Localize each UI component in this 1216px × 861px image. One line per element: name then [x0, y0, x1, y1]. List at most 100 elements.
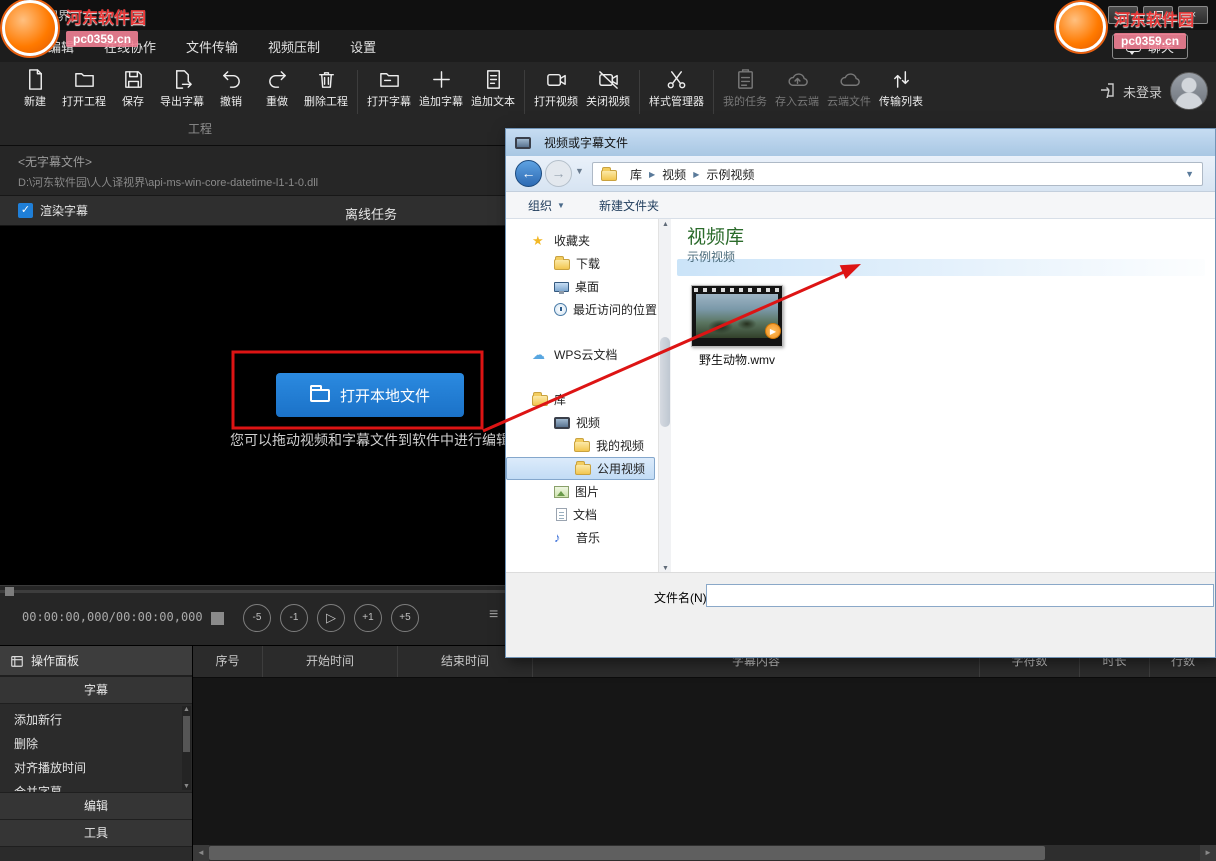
toolbar-open-project[interactable]: 打开工程 — [58, 68, 110, 116]
export-subtitle-icon — [171, 68, 194, 91]
new-folder-button[interactable]: 新建文件夹 — [599, 197, 659, 214]
undo-icon — [220, 68, 243, 91]
tree-desktop[interactable]: 桌面 — [506, 275, 671, 298]
offline-task-tab[interactable]: 离线任务 — [345, 204, 397, 223]
tree-music[interactable]: ♪音乐 — [506, 526, 671, 549]
open-video-icon — [545, 68, 568, 91]
tree-favorites[interactable]: ★收藏夹 — [506, 229, 671, 252]
group-highlight-band — [677, 259, 1205, 276]
tree-libraries[interactable]: 库 — [506, 388, 671, 411]
toolbar-append-text[interactable]: 追加文本 — [467, 68, 519, 116]
tree-scroll-thumb[interactable] — [660, 337, 670, 427]
scroll-up-icon[interactable]: ▲ — [182, 706, 191, 713]
tree-downloads[interactable]: 下载 — [506, 252, 671, 275]
play-button[interactable]: ▷ — [317, 604, 345, 632]
breadcrumb-libraries[interactable]: 库 — [630, 166, 642, 183]
toolbar-undo[interactable]: 撤销 — [208, 68, 254, 116]
close-button[interactable]: × — [1178, 6, 1208, 24]
folder-icon — [574, 441, 590, 452]
open-local-file-button[interactable]: 打开本地文件 — [276, 373, 464, 417]
toolbar-save[interactable]: 保存 — [110, 68, 156, 116]
tree-pictures[interactable]: 图片 — [506, 480, 671, 503]
history-dropdown-icon[interactable]: ▼ — [575, 166, 584, 176]
scroll-left-icon[interactable]: ◄ — [193, 845, 209, 861]
tree-my-videos[interactable]: 我的视频 — [506, 434, 671, 457]
breadcrumb-sample-videos[interactable]: 示例视频 — [706, 166, 754, 183]
tree-documents[interactable]: 文档 — [506, 503, 671, 526]
col-start-time[interactable]: 开始时间 — [263, 646, 398, 677]
back-button[interactable]: ← — [515, 160, 542, 187]
operation-panel-header: 操作面板 — [0, 646, 192, 676]
tab-subtitle[interactable]: 字幕 — [0, 676, 192, 704]
toolbar-open-video[interactable]: 打开视频 — [530, 68, 582, 116]
window-controls: × — [1108, 6, 1208, 24]
menu-video-encode[interactable]: 视频压制 — [268, 37, 320, 56]
breadcrumb-dropdown-icon[interactable]: ▼ — [1185, 169, 1194, 179]
tree-public-videos[interactable]: 公用视频 — [506, 457, 655, 480]
action-merge-subtitle[interactable]: 合并字幕 — [0, 780, 192, 792]
toolbar-transfer-list[interactable]: 传输列表 — [875, 68, 927, 116]
maximize-button[interactable] — [1143, 6, 1173, 24]
toolbar-redo[interactable]: 重做 — [254, 68, 300, 116]
scroll-thumb[interactable] — [183, 716, 190, 752]
rewind-5-button[interactable]: -5 — [243, 604, 271, 632]
open-project-icon — [73, 68, 96, 91]
toolbar-separator — [713, 70, 714, 114]
tree-videos[interactable]: 视频 — [506, 411, 671, 434]
forward-1-button[interactable]: +1 — [354, 604, 382, 632]
toolbar-cloud-files[interactable]: 云端文件 — [823, 68, 875, 116]
breadcrumb-videos[interactable]: 视频 — [662, 166, 686, 183]
table-hscrollbar[interactable]: ◄ ► — [193, 845, 1216, 861]
scroll-down-icon[interactable]: ▼ — [182, 783, 191, 790]
action-delete[interactable]: 删除 — [0, 732, 192, 756]
toolbar-style-manager[interactable]: 样式管理器 — [645, 68, 708, 116]
login-area[interactable]: 未登录 — [1099, 72, 1208, 110]
stop-button[interactable] — [211, 612, 224, 625]
action-align-playtime[interactable]: 对齐播放时间 — [0, 756, 192, 780]
toolbar-delete-project[interactable]: 删除工程 — [300, 68, 352, 116]
forward-5-button[interactable]: +5 — [391, 604, 419, 632]
toolbar-group-label: 工程 — [0, 120, 400, 137]
menu-subtitle-edit[interactable]: 字幕编辑 — [22, 37, 74, 56]
menu-settings[interactable]: 设置 — [350, 37, 376, 56]
toolbar-my-tasks[interactable]: 我的任务 — [719, 68, 771, 116]
seek-handle[interactable] — [5, 587, 14, 596]
action-add-row[interactable]: 添加新行 — [0, 708, 192, 732]
toolbar-cloud-save[interactable]: 存入云端 — [771, 68, 823, 116]
file-wildlife-wmv[interactable]: ▶ 野生动物.wmv — [687, 285, 787, 368]
forward-button[interactable]: → — [545, 160, 572, 187]
minimize-button[interactable] — [1108, 6, 1138, 24]
app-window: 人人译视界 × 字幕编辑 在线协作 文件传输 视频压制 设置 聊天 新建 打开工… — [0, 0, 1216, 861]
folder-icon — [310, 389, 330, 402]
breadcrumb[interactable]: 库 ▶ 视频 ▶ 示例视频 ▼ — [592, 162, 1203, 186]
tree-recent-places[interactable]: 最近访问的位置 — [506, 298, 671, 321]
tree-wps-cloud[interactable]: ☁WPS云文档 — [506, 343, 671, 366]
chat-button[interactable]: 聊天 — [1112, 34, 1188, 59]
toolbar-open-subtitle[interactable]: 打开字幕 — [363, 68, 415, 116]
filmstrip-sprockets — [694, 288, 780, 292]
menu-online-collab[interactable]: 在线协作 — [104, 37, 156, 56]
avatar[interactable] — [1170, 72, 1208, 110]
toolbar-append-subtitle[interactable]: 追加字幕 — [415, 68, 467, 116]
file-name-label: 野生动物.wmv — [687, 351, 787, 368]
toolbar-close-video[interactable]: 关闭视频 — [582, 68, 634, 116]
library-subheader[interactable]: 示例视频 — [687, 248, 735, 265]
rewind-1-button[interactable]: -1 — [280, 604, 308, 632]
panel-scrollbar[interactable]: ▲ ▼ — [182, 706, 191, 790]
organize-menu[interactable]: 组织 ▼ — [528, 197, 565, 214]
filename-input[interactable] — [706, 584, 1214, 607]
hscroll-thumb[interactable] — [209, 846, 1045, 860]
render-subtitle-checkbox[interactable]: ✓ 渲染字幕 — [18, 202, 88, 219]
desktop-icon — [554, 282, 569, 292]
scroll-right-icon[interactable]: ► — [1200, 845, 1216, 861]
col-index[interactable]: 序号 — [193, 646, 263, 677]
menu-file-transfer[interactable]: 文件传输 — [186, 37, 238, 56]
toolbar-export-subtitle[interactable]: 导出字幕 — [156, 68, 208, 116]
tab-tools[interactable]: 工具 — [0, 819, 192, 847]
toolbar-new[interactable]: 新建 — [12, 68, 58, 116]
tree-scrollbar[interactable]: ▲ ▼ — [658, 219, 671, 574]
playback-menu-icon[interactable]: ≡ — [489, 606, 498, 624]
tab-edit[interactable]: 编辑 — [0, 792, 192, 820]
picture-icon — [554, 486, 569, 498]
music-icon: ♪ — [554, 530, 570, 545]
